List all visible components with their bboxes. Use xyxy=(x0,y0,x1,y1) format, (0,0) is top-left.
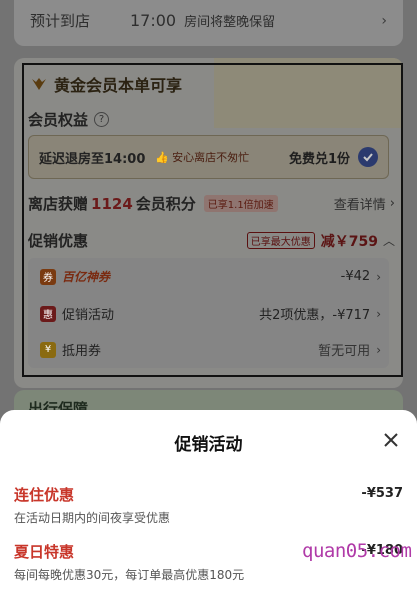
sheet-item-name: 连住优惠 xyxy=(14,486,75,504)
promotion-sheet: 促销活动 连住优惠 在活动日期内的间夜享受优惠 -¥537 夏日特惠 每间每晚优… xyxy=(0,410,417,589)
arrival-time: 17:00 xyxy=(130,11,177,30)
sheet-item-price: -¥537 xyxy=(361,486,403,501)
arrival-note: 房间将整晚保留 xyxy=(184,15,276,30)
watermark-text: quan05.com xyxy=(302,540,412,562)
sheet-item-desc: 每间每晚优惠30元，每订单最高优惠180元 xyxy=(14,568,245,582)
sheet-title: 促销活动 xyxy=(174,435,243,455)
arrival-label: 预计到店 xyxy=(30,12,91,30)
close-icon[interactable] xyxy=(381,430,401,450)
chevron-right-icon: › xyxy=(381,12,387,29)
sheet-item-consecutive-stay: 连住优惠 在活动日期内的间夜享受优惠 -¥537 xyxy=(14,484,403,526)
arrival-row[interactable]: 预计到店 17:00 房间将整晚保留 › xyxy=(30,10,387,31)
sheet-item-desc: 在活动日期内的间夜享受优惠 xyxy=(14,511,171,525)
highlight-frame xyxy=(22,63,403,377)
